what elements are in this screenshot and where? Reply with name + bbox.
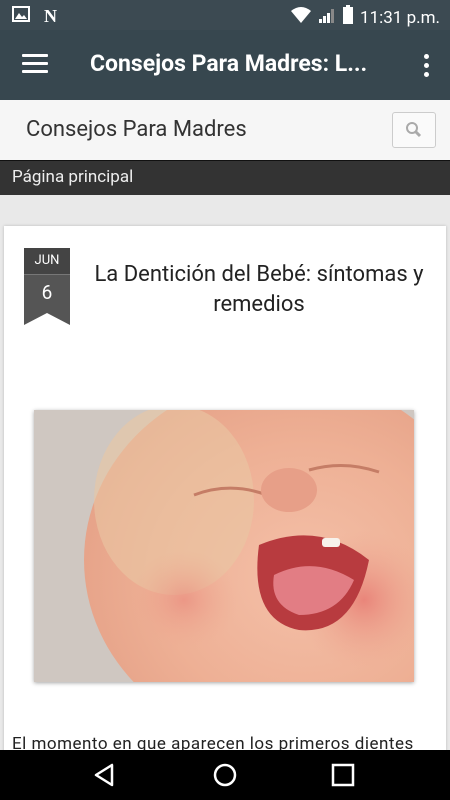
search-button[interactable] <box>392 112 436 148</box>
post-card: JUN 6 La Dentición del Bebé: síntomas y … <box>4 226 446 786</box>
date-day: 6 <box>24 275 70 313</box>
blog-nav-bar: Página principal <box>0 160 450 195</box>
post-title[interactable]: La Dentición del Bebé: síntomas y remedi… <box>76 260 442 320</box>
search-icon <box>393 122 435 151</box>
blog-name[interactable]: Consejos Para Madres <box>26 117 247 142</box>
status-bar: N 11:31 p.m. <box>0 0 450 30</box>
app-bar: Consejos Para Madres: L... <box>0 30 450 100</box>
n-icon: N <box>44 6 57 26</box>
date-month: JUN <box>24 248 70 275</box>
signal-icon <box>318 6 336 29</box>
home-icon[interactable] <box>212 762 238 788</box>
recents-icon[interactable] <box>330 762 356 788</box>
nav-item-home[interactable]: Página principal <box>12 167 133 187</box>
battery-icon <box>342 5 354 30</box>
blog-header: Consejos Para Madres <box>0 100 450 161</box>
status-time: 11:31 p.m. <box>360 7 440 28</box>
wifi-icon <box>290 6 312 29</box>
app-bar-title: Consejos Para Madres: L... <box>90 50 368 77</box>
post-image-baby-teething[interactable] <box>34 410 414 682</box>
date-badge: JUN 6 <box>24 248 70 325</box>
image-icon <box>12 6 30 26</box>
more-vert-icon[interactable] <box>424 54 430 81</box>
hamburger-menu-icon[interactable] <box>22 54 48 76</box>
back-icon[interactable] <box>92 762 118 788</box>
system-nav-bar <box>0 750 450 800</box>
